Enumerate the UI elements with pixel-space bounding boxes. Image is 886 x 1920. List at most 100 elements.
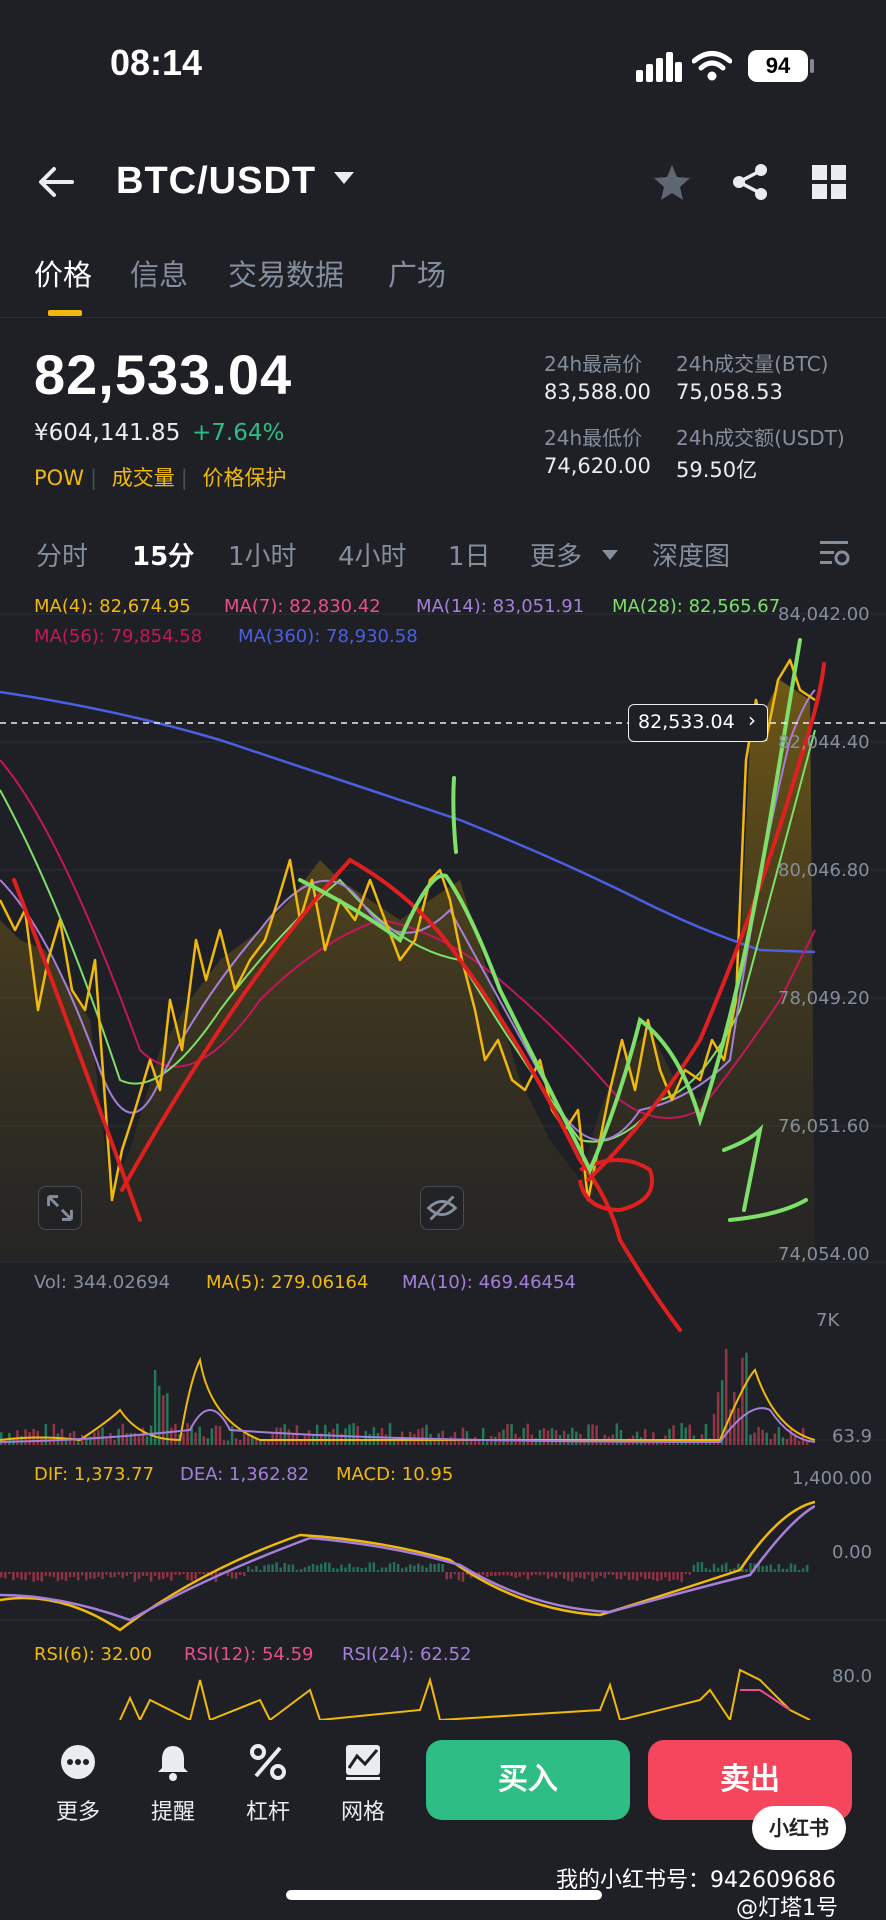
volume-bar [214,1425,218,1445]
caret-down-icon[interactable] [334,172,354,184]
macd-bar [344,1567,347,1572]
vol-usdt-value: 59.50亿 [676,458,758,482]
interval-depth[interactable]: 深度图 [652,536,730,573]
battery-indicator: 94 [748,50,808,82]
last-price: 82,533.04 [34,343,293,406]
more-tool[interactable]: 更多 [38,1742,118,1826]
tab-trading-data[interactable]: 交易数据 [228,252,344,294]
vol-axis-bottom: 63.9 [832,1426,873,1447]
macd-bar [449,1572,453,1579]
star-icon[interactable] [652,162,692,202]
grid-bot-icon [346,1745,380,1780]
status-time: 08:14 [110,42,203,83]
macd-bar [8,1572,11,1575]
tab-square[interactable]: 广场 [388,252,446,294]
macd-bar [761,1566,764,1572]
macd-bar [700,1562,704,1572]
macd-bar [356,1566,359,1572]
volume-bar [465,1431,469,1445]
macd-bar [437,1563,440,1572]
macd-bar [461,1572,465,1582]
pair-title[interactable]: BTC/USDT [116,160,316,203]
grid-icon[interactable] [812,165,846,199]
macd-bar [279,1567,282,1572]
macd-bar [684,1572,687,1575]
macd-bar [510,1572,513,1577]
rsi6-line [119,1668,811,1720]
macd-axis-zero: 0.00 [832,1542,873,1563]
chart-settings-icon[interactable] [818,538,850,568]
price-axis-4: 78,049.20 [778,988,870,1009]
cny-price: ¥604,141.85 [34,420,181,446]
macd-bar [777,1564,781,1572]
volume-bar [52,1423,56,1445]
macd-bar [72,1572,76,1578]
alert-tool[interactable]: 提醒 [133,1742,213,1826]
macd-bar [40,1572,43,1582]
macd-bar [486,1572,489,1577]
high-value: 83,588.00 [544,380,651,404]
volume-bar [724,1348,728,1445]
interval-4h[interactable]: 4小时 [338,536,407,573]
interval-15m[interactable]: 15分 [132,536,194,573]
macd-bar [251,1569,254,1572]
volume-bar [332,1428,335,1445]
tag-pow[interactable]: POW [34,466,84,490]
back-arrow-icon[interactable] [36,162,76,202]
volume-bar [372,1426,376,1445]
volume-bar [202,1436,205,1445]
more-caret-icon[interactable] [602,550,618,560]
volume-bar [481,1427,485,1445]
macd-bar [518,1572,521,1577]
macd-bar [716,1567,720,1572]
watermark-user: @灯塔1号 [736,1896,838,1920]
macd-bar [538,1572,542,1576]
hide-icon[interactable] [420,1186,464,1230]
volume-bar [425,1424,428,1445]
volume-bar [737,1407,740,1445]
macd-bar [595,1572,598,1579]
volume-bar [279,1427,282,1445]
interval-1h[interactable]: 1小时 [228,536,297,573]
macd-bar [328,1562,331,1572]
macd-bar [502,1572,505,1576]
macd-bar [587,1572,590,1576]
macd-bar [194,1572,197,1580]
interval-more[interactable]: 更多 [530,536,582,573]
buy-button[interactable]: 买入 [426,1740,630,1820]
share-icon[interactable] [730,162,770,202]
macd-bar [643,1572,647,1580]
tab-info[interactable]: 信息 [130,252,188,294]
macd-bar [149,1572,153,1582]
grid-label: 网格 [340,1800,385,1825]
chevron-right-icon: › [748,708,756,732]
volume-bar [352,1423,355,1445]
volume-bar [765,1432,768,1445]
macd-bar [692,1564,696,1572]
volume-bar [166,1393,169,1445]
vol-axis-top: 7K [816,1310,840,1331]
tag-volume[interactable]: 成交量 [112,466,175,490]
macd-bar [89,1572,92,1579]
leverage-tool[interactable]: 杠杆 [228,1742,308,1826]
volume-bar [356,1426,359,1445]
macd-bar [198,1572,201,1575]
macd-bar [724,1562,728,1572]
macd-bar [745,1569,748,1572]
macd-bar [583,1572,586,1580]
vol-usdt-label: 24h成交额(USDT) [676,426,845,450]
macd-bar [324,1562,327,1572]
macd-bar [591,1572,594,1582]
price-change: +7.64% [192,420,285,446]
expand-icon[interactable] [38,1186,82,1230]
macd-bar [0,1572,3,1578]
tag-price-protect[interactable]: 价格保护 [203,466,287,490]
interval-bar: 分时 15分 1小时 4小时 1日 更多 深度图 [0,536,886,576]
macd-bar [571,1572,574,1582]
volume-bar [571,1427,574,1445]
grid-tool[interactable]: 网格 [323,1742,403,1826]
tab-price[interactable]: 价格 [34,252,92,294]
interval-time[interactable]: 分时 [36,536,88,573]
interval-1d[interactable]: 1日 [448,536,491,573]
macd-bar [656,1572,659,1582]
